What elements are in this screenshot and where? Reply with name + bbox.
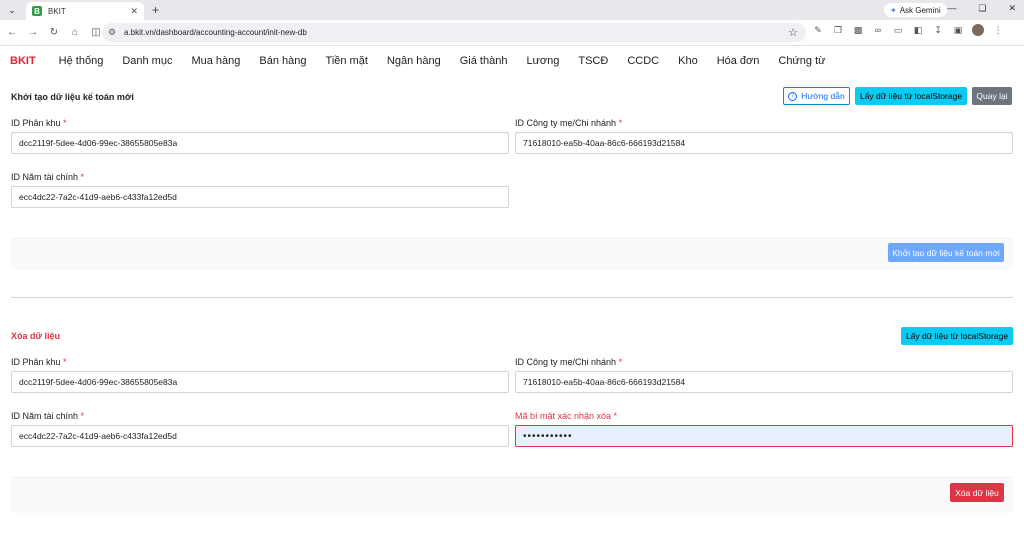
menu-item-chung-tu[interactable]: Chứng từ xyxy=(778,55,825,67)
help-button[interactable]: ? Hướng dẫn xyxy=(783,87,850,105)
forward-arrow-icon[interactable]: → xyxy=(24,24,42,42)
card-icon[interactable]: ▭ xyxy=(892,24,904,36)
copy-icon[interactable]: ❐ xyxy=(832,24,844,36)
init-submit-button[interactable]: Khởi tạo dữ liệu kế toán mới xyxy=(888,243,1004,262)
profile-avatar[interactable] xyxy=(972,24,984,36)
favicon-icon: B xyxy=(32,6,42,16)
init-year-input[interactable]: ecc4dc22-7a2c-41d9-aeb6-c433fa12ed5d xyxy=(11,186,509,208)
required-mark: * xyxy=(618,357,623,367)
delete-area-label-text: ID Phân khu xyxy=(11,357,61,367)
ask-gemini-label: Ask Gemini xyxy=(899,5,941,15)
window-controls: — ❏ ✕ xyxy=(947,3,1016,14)
sidebar-icon[interactable]: ◧ xyxy=(912,24,924,36)
delete-secret-label: Mã bí mật xác nhận xóa * xyxy=(515,411,617,421)
init-load-local-storage-button[interactable]: Lấy dữ liệu từ localStorage xyxy=(855,87,967,105)
menu-item-gia-thanh[interactable]: Giá thành xyxy=(460,55,508,67)
new-tab-icon[interactable]: + xyxy=(152,3,159,17)
app-navbar: BKIT Hệ thống Danh mục Mua hàng Bán hàng… xyxy=(0,50,1024,72)
delete-submit-button[interactable]: Xóa dữ liệu xyxy=(950,483,1004,502)
menu-item-ngan-hang[interactable]: Ngân hàng xyxy=(387,55,441,67)
close-window-icon[interactable]: ✕ xyxy=(1008,3,1016,14)
site-info-icon[interactable]: ⚙ xyxy=(108,27,122,38)
init-year-label-text: ID Năm tài chính xyxy=(11,172,79,182)
bookmark-star-icon[interactable]: ☆ xyxy=(788,26,798,39)
restore-icon[interactable]: ❏ xyxy=(978,3,986,14)
delete-company-label: ID Công ty mẹ/Chi nhánh * xyxy=(515,357,622,367)
tab-search-icon[interactable]: ⌄ xyxy=(4,2,20,18)
init-area-label: ID Phân khu * xyxy=(11,118,67,128)
delete-year-label-text: ID Năm tài chính xyxy=(11,411,79,421)
delete-area-label: ID Phân khu * xyxy=(11,357,67,367)
browser-tab-bar: ⌄ B BKIT ✕ + ✦ Ask Gemini — ❏ ✕ xyxy=(0,0,1024,20)
init-section-title: Khởi tạo dữ liệu kế toán mới xyxy=(11,92,134,102)
menu-item-danh-muc[interactable]: Danh mục xyxy=(122,55,172,67)
sparkle-icon: ✦ xyxy=(890,5,897,15)
required-mark: * xyxy=(63,357,67,367)
delete-company-input[interactable]: 71618010-ea5b-40aa-86c6-666193d21584 xyxy=(515,371,1013,393)
extension-icon[interactable]: ▣ xyxy=(952,24,964,36)
delete-card-footer xyxy=(11,477,1013,513)
question-icon: ? xyxy=(788,91,798,101)
more-menu-icon[interactable]: ⋮ xyxy=(992,24,1004,36)
delete-section-title: Xóa dữ liệu xyxy=(11,331,61,341)
init-company-label-text: ID Công ty mẹ/Chi nhánh xyxy=(515,118,617,128)
menu-item-he-thong[interactable]: Hệ thống xyxy=(59,55,104,67)
browser-toolbar: ← → ↻ ⌂ ◫ ⚙ a.bkit.vn/dashboard/accounti… xyxy=(0,20,1024,46)
init-year-label: ID Năm tài chính * xyxy=(11,172,84,182)
glasses-icon[interactable]: ∞ xyxy=(872,24,884,36)
init-company-label: ID Công ty mẹ/Chi nhánh * xyxy=(515,118,622,128)
init-area-label-text: ID Phân khu xyxy=(11,118,61,128)
download-icon[interactable]: ↧ xyxy=(932,24,944,36)
delete-load-local-storage-button[interactable]: Lấy dữ liệu từ localStorage xyxy=(901,327,1013,345)
reload-icon[interactable]: ↻ xyxy=(45,24,63,42)
required-mark: * xyxy=(613,411,618,421)
menu-item-mua-hang[interactable]: Mua hàng xyxy=(191,55,240,67)
home-icon[interactable]: ⌂ xyxy=(66,24,84,42)
init-area-input[interactable]: dcc2119f-5dee-4d06-99ec-38655805e83a xyxy=(11,132,509,154)
ask-gemini-button[interactable]: ✦ Ask Gemini xyxy=(884,3,947,17)
puzzle-icon[interactable]: ▩ xyxy=(852,24,864,36)
menu-item-ban-hang[interactable]: Bán hàng xyxy=(259,55,306,67)
menu-item-hoa-don[interactable]: Hóa đơn xyxy=(717,55,760,67)
minimize-icon[interactable]: — xyxy=(947,3,956,14)
required-mark: * xyxy=(80,172,85,182)
pencil-icon[interactable]: ✎ xyxy=(812,24,824,36)
menu-item-tscd[interactable]: TSCĐ xyxy=(578,55,608,67)
menu-item-kho[interactable]: Kho xyxy=(678,55,698,67)
required-mark: * xyxy=(80,411,85,421)
delete-year-input[interactable]: ecc4dc22-7a2c-41d9-aeb6-c433fa12ed5d xyxy=(11,425,509,447)
close-icon[interactable]: ✕ xyxy=(130,6,138,17)
address-bar[interactable]: ⚙ a.bkit.vn/dashboard/accounting-account… xyxy=(102,23,806,42)
menu-item-ccdc[interactable]: CCDC xyxy=(627,55,659,67)
back-button[interactable]: Quay lại xyxy=(972,87,1012,105)
delete-secret-input[interactable]: ••••••••••• xyxy=(515,425,1013,447)
menu-item-luong[interactable]: Lương xyxy=(526,55,559,67)
delete-area-input[interactable]: dcc2119f-5dee-4d06-99ec-38655805e83a xyxy=(11,371,509,393)
browser-tab[interactable]: B BKIT ✕ xyxy=(26,2,144,20)
required-mark: * xyxy=(618,118,623,128)
back-arrow-icon[interactable]: ← xyxy=(3,24,21,42)
required-mark: * xyxy=(63,118,67,128)
brand-logo[interactable]: BKIT xyxy=(10,55,36,67)
delete-company-label-text: ID Công ty mẹ/Chi nhánh xyxy=(515,357,617,367)
main-menu: Hệ thống Danh mục Mua hàng Bán hàng Tiền… xyxy=(40,55,826,67)
help-button-label: Hướng dẫn xyxy=(801,91,845,101)
section-divider xyxy=(11,297,1013,298)
init-company-input[interactable]: 71618010-ea5b-40aa-86c6-666193d21584 xyxy=(515,132,1013,154)
extensions-area: ✎ ❐ ▩ ∞ ▭ ◧ ↧ ▣ ⋮ xyxy=(812,24,1004,36)
delete-secret-label-text: Mã bí mật xác nhận xóa xyxy=(515,411,612,421)
menu-item-tien-mat[interactable]: Tiền mặt xyxy=(326,55,368,67)
delete-year-label: ID Năm tài chính * xyxy=(11,411,84,421)
init-card-footer xyxy=(11,238,1013,270)
url-text: a.bkit.vn/dashboard/accounting-account/i… xyxy=(124,28,307,37)
tab-title: BKIT xyxy=(48,6,66,16)
